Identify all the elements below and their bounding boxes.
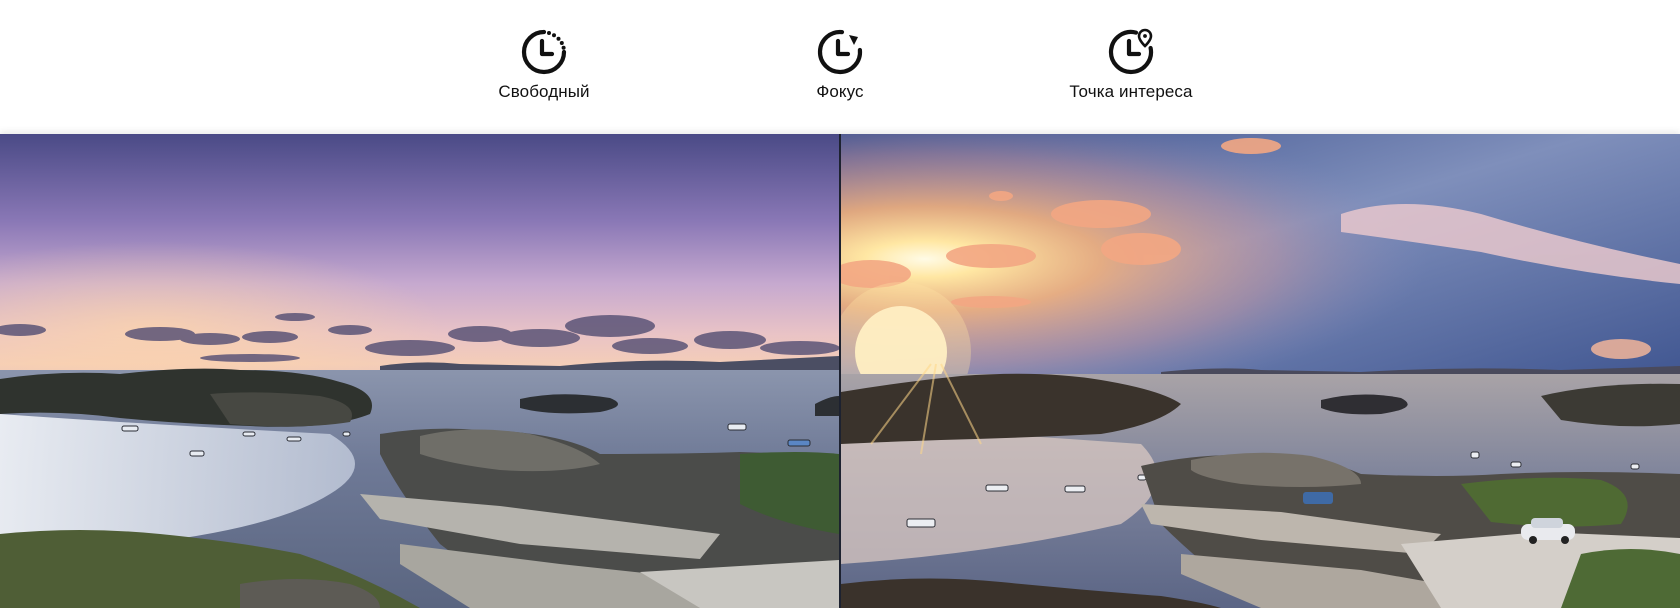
mode-selector-bar: Свободный Фокус Точка интереса (0, 0, 1680, 134)
mode-point-of-interest-label: Точка интереса (1069, 82, 1193, 101)
timer-dotted-icon (521, 29, 567, 75)
timer-location-pin-icon (1108, 28, 1154, 75)
mode-point-of-interest-option[interactable]: Точка интереса (1031, 28, 1231, 102)
mode-focus-label: Фокус (816, 82, 864, 101)
dusk-coastal-harbor-photo (0, 134, 839, 608)
sunset-coastal-harbor-photo (841, 134, 1680, 608)
mode-free-option[interactable]: Свободный (444, 28, 644, 102)
mode-focus-option[interactable]: Фокус (740, 28, 940, 102)
mode-free-label: Свободный (498, 82, 590, 101)
timer-focus-icon (817, 29, 863, 75)
comparison-photos (0, 134, 1680, 608)
